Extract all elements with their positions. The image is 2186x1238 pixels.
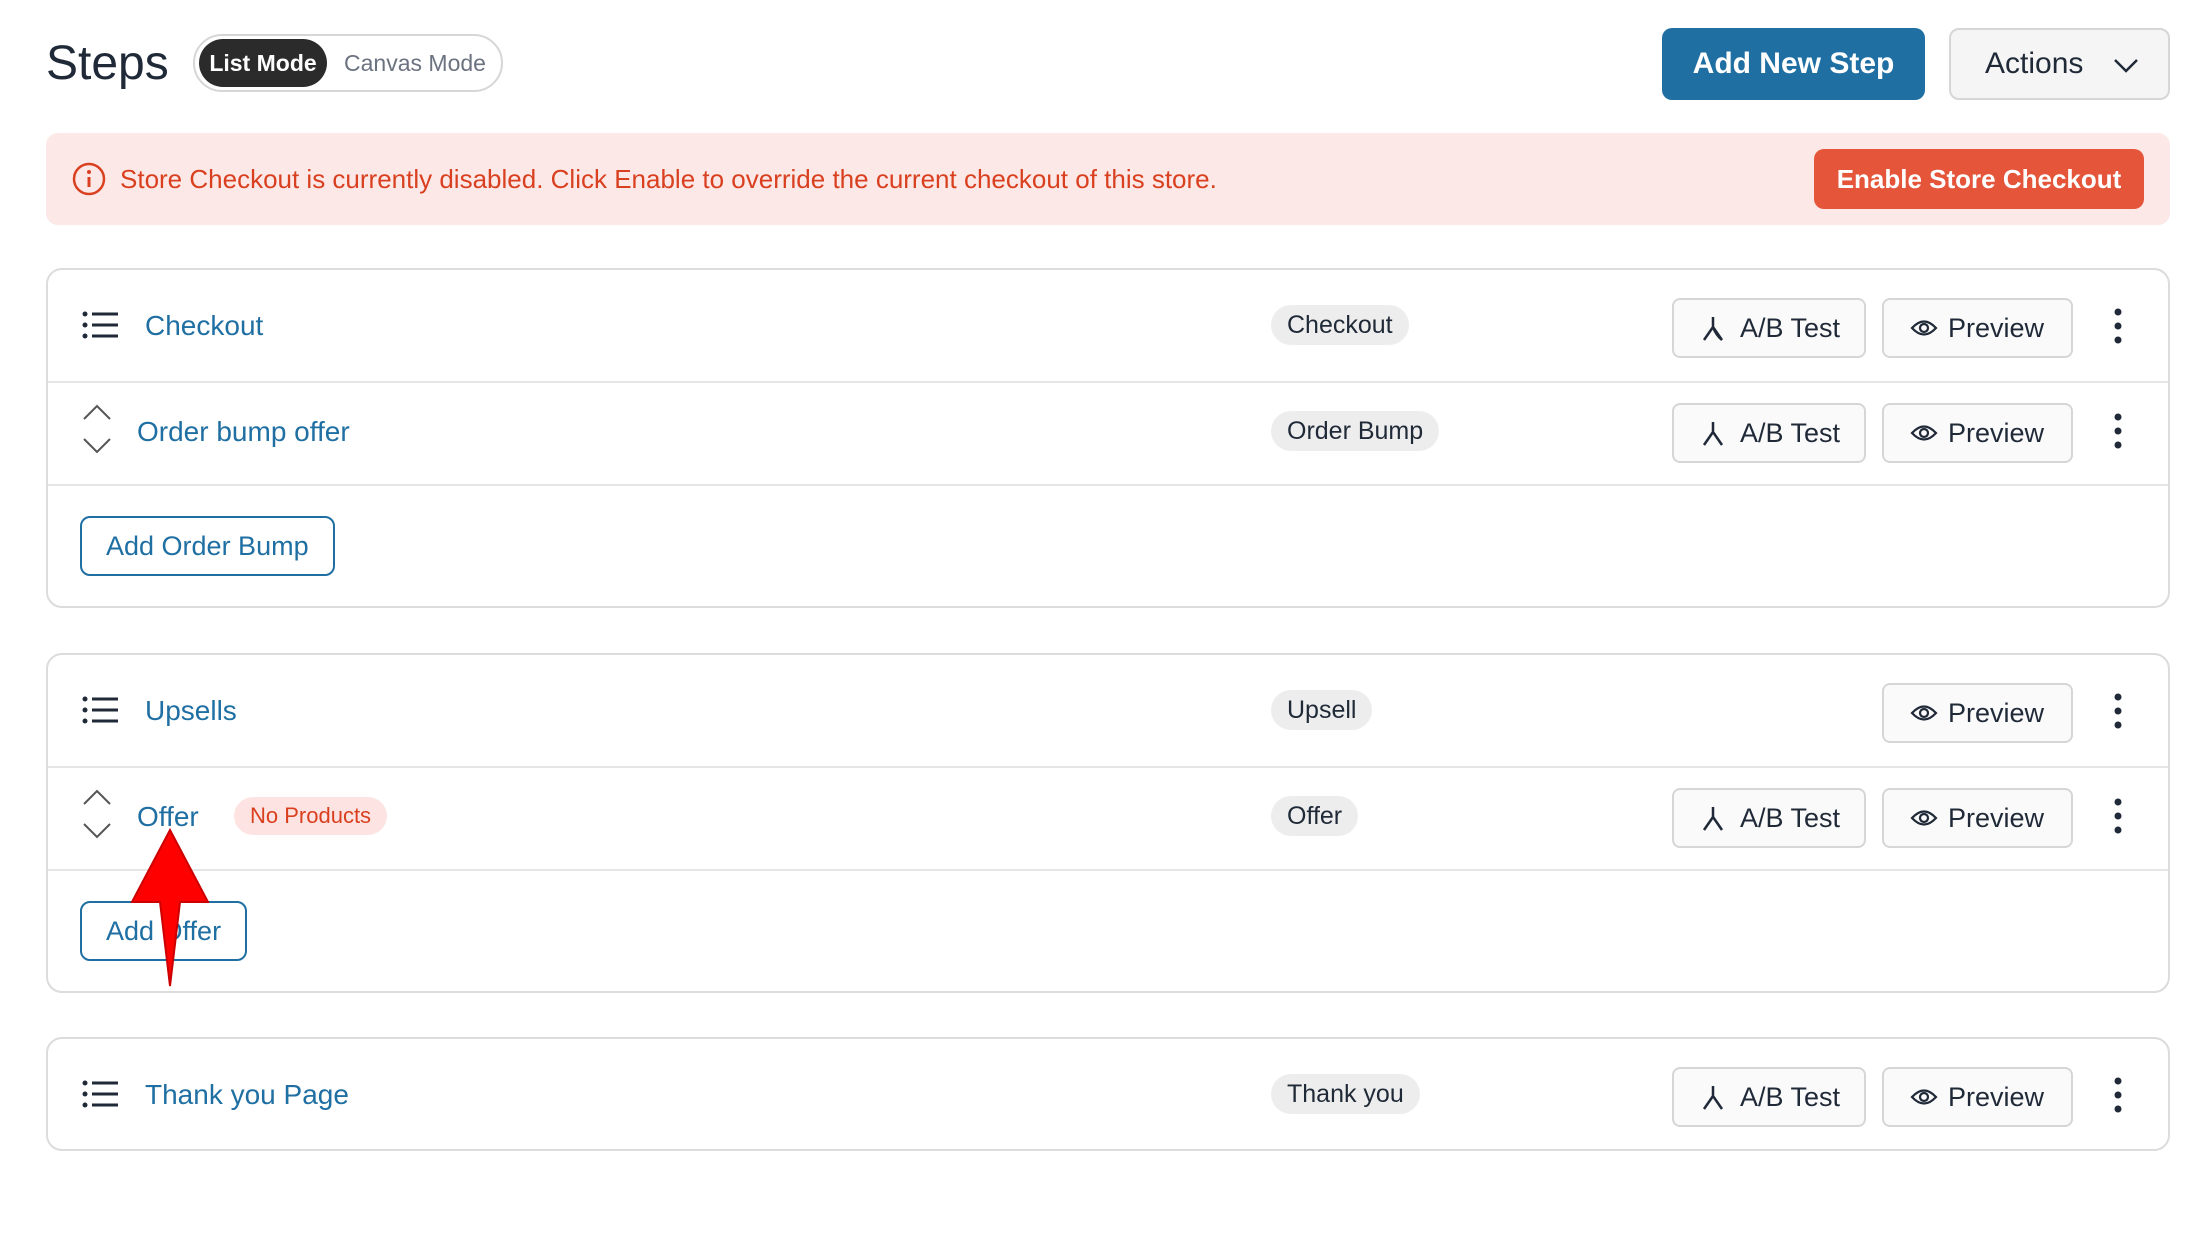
add-new-step-button[interactable]: Add New Step — [1662, 28, 1925, 100]
split-icon — [1702, 317, 1724, 341]
step-type-badge: Order Bump — [1271, 411, 1440, 451]
drag-list-icon[interactable] — [82, 1080, 118, 1108]
eye-icon — [1910, 320, 1938, 336]
list-mode-button[interactable]: List Mode — [199, 39, 327, 87]
split-icon — [1702, 807, 1724, 831]
checkout-group-card: Checkout Checkout A/B Test Preview Order… — [46, 268, 2170, 608]
store-checkout-notice: Store Checkout is currently disabled. Cl… — [46, 133, 2170, 225]
page-title: Steps — [46, 37, 169, 90]
ab-test-label: A/B Test — [1740, 803, 1841, 833]
step-type-badge: Thank you — [1271, 1074, 1420, 1114]
preview-label: Preview — [1948, 803, 2045, 833]
preview-label: Preview — [1948, 1082, 2045, 1112]
step-name-upsells[interactable]: Upsells — [145, 695, 237, 727]
chevron-down-icon[interactable] — [82, 437, 112, 455]
eye-icon — [1910, 1089, 1938, 1105]
add-order-bump-button[interactable]: Add Order Bump — [80, 516, 335, 576]
preview-button[interactable]: Preview — [1882, 403, 2073, 463]
split-icon — [1702, 422, 1724, 446]
chevron-down-icon[interactable] — [82, 822, 112, 840]
preview-button[interactable]: Preview — [1882, 683, 2073, 743]
ab-test-button[interactable]: A/B Test — [1672, 298, 1866, 358]
split-icon — [1702, 1086, 1724, 1110]
page-header: Steps List Mode Canvas Mode Add New Step… — [46, 28, 2170, 102]
step-type-badge: Checkout — [1271, 305, 1409, 345]
more-options-icon[interactable] — [2108, 796, 2128, 836]
ab-test-label: A/B Test — [1740, 418, 1841, 448]
upsells-step-row: Upsells Upsell Preview — [48, 655, 2168, 768]
drag-list-icon[interactable] — [82, 696, 118, 724]
ab-test-label: A/B Test — [1740, 313, 1841, 343]
step-type-badge: Offer — [1271, 796, 1359, 836]
ab-test-label: A/B Test — [1740, 1082, 1841, 1112]
checkout-step-row: Checkout Checkout A/B Test Preview — [48, 270, 2168, 383]
more-options-icon[interactable] — [2108, 691, 2128, 731]
preview-label: Preview — [1948, 698, 2045, 728]
thankyou-step-row: Thank you Page Thank you A/B Test Previe… — [48, 1039, 2168, 1149]
step-name-order-bump[interactable]: Order bump offer — [137, 416, 350, 448]
step-type-badge: Upsell — [1271, 690, 1373, 730]
preview-label: Preview — [1948, 418, 2045, 448]
info-icon — [72, 162, 106, 196]
preview-button[interactable]: Preview — [1882, 788, 2073, 848]
preview-label: Preview — [1948, 313, 2045, 343]
view-mode-toggle: List Mode Canvas Mode — [193, 34, 503, 92]
enable-store-checkout-button[interactable]: Enable Store Checkout — [1814, 149, 2144, 209]
step-name-thankyou[interactable]: Thank you Page — [145, 1079, 349, 1111]
actions-dropdown[interactable]: Actions — [1949, 28, 2170, 100]
eye-icon — [1910, 425, 1938, 441]
thankyou-group-card: Thank you Page Thank you A/B Test Previe… — [46, 1037, 2170, 1151]
preview-button[interactable]: Preview — [1882, 1067, 2073, 1127]
no-products-badge: No Products — [234, 797, 388, 835]
order-bump-row: Order bump offer Order Bump A/B Test Pre… — [48, 381, 2168, 486]
actions-label: Actions — [1985, 47, 2084, 80]
notice-message: Store Checkout is currently disabled. Cl… — [120, 164, 1217, 194]
eye-icon — [1910, 705, 1938, 721]
ab-test-button[interactable]: A/B Test — [1672, 403, 1866, 463]
offer-row: Offer No Products Offer A/B Test Preview — [48, 766, 2168, 871]
drag-list-icon[interactable] — [82, 311, 118, 339]
chevron-up-icon[interactable] — [82, 788, 112, 806]
canvas-mode-button[interactable]: Canvas Mode — [335, 39, 495, 87]
ab-test-button[interactable]: A/B Test — [1672, 788, 1866, 848]
upsells-group-card: Upsells Upsell Preview Offer No Products… — [46, 653, 2170, 993]
ab-test-button[interactable]: A/B Test — [1672, 1067, 1866, 1127]
annotation-arrow-icon — [130, 827, 210, 987]
step-name-checkout[interactable]: Checkout — [145, 310, 263, 342]
more-options-icon[interactable] — [2108, 1075, 2128, 1115]
more-options-icon[interactable] — [2108, 306, 2128, 346]
chevron-down-icon — [2114, 59, 2138, 73]
eye-icon — [1910, 810, 1938, 826]
preview-button[interactable]: Preview — [1882, 298, 2073, 358]
chevron-up-icon[interactable] — [82, 403, 112, 421]
more-options-icon[interactable] — [2108, 411, 2128, 451]
